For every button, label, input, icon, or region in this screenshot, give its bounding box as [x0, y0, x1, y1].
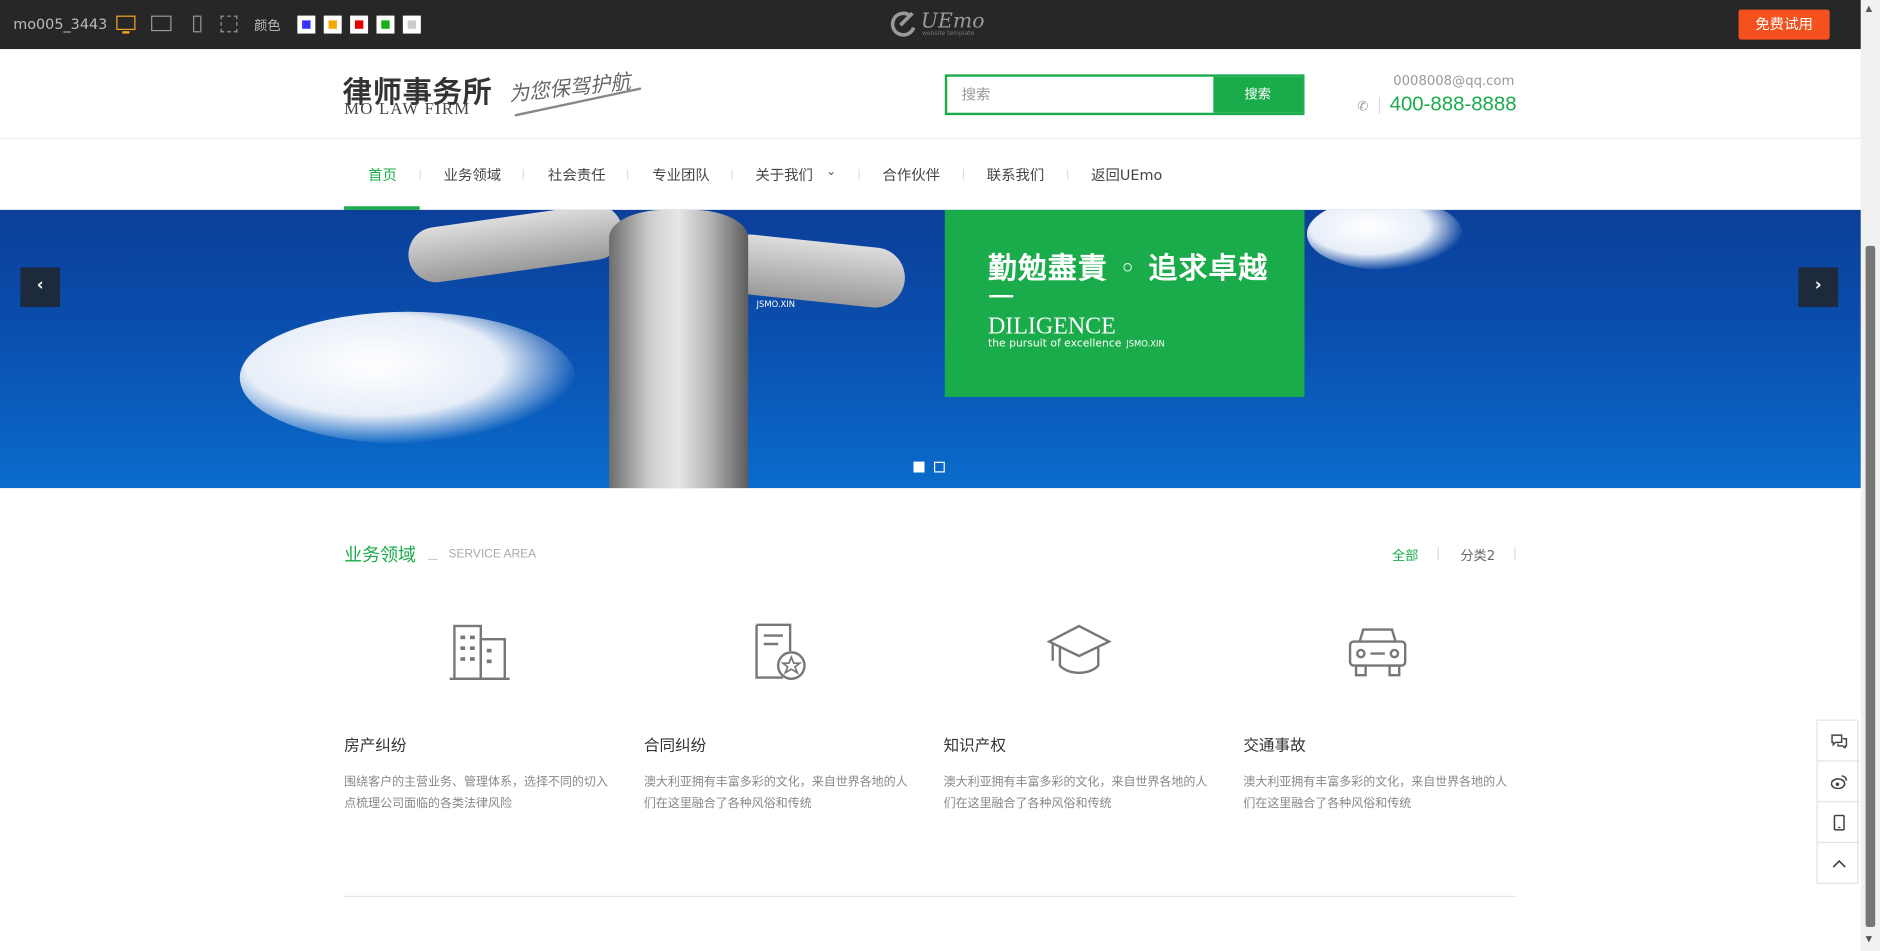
- back-to-top-icon[interactable]: [1818, 843, 1860, 884]
- phone-view-icon[interactable]: [193, 15, 202, 33]
- service-description: 澳大利亚拥有丰富多彩的文化，来自世界各地的人们在这里融合了各种风俗和传统: [643, 775, 908, 811]
- nav-item-contact[interactable]: 联系我们: [987, 164, 1045, 184]
- color-swatch-gray[interactable]: [402, 15, 421, 34]
- search-button[interactable]: 搜索: [1213, 76, 1303, 113]
- service-title[interactable]: 房产纠纷: [344, 733, 406, 756]
- banner-subtitle-text: the pursuit of excellence: [987, 338, 1122, 351]
- banner-watermark: JSMO.XIN: [756, 299, 796, 310]
- carousel-dot-1[interactable]: [913, 461, 925, 473]
- phone-separator: [1378, 97, 1381, 114]
- scrollbar-thumb[interactable]: [1865, 245, 1876, 928]
- qr-code-icon[interactable]: [220, 15, 238, 33]
- tablet-view-icon[interactable]: [151, 15, 172, 32]
- nav-separator: [419, 169, 421, 180]
- filter-separator: [1437, 546, 1439, 561]
- color-swatch-orange[interactable]: [323, 15, 342, 34]
- color-swatch-green[interactable]: [376, 15, 395, 34]
- banner-caption-panel: 勤勉盡責 ◦ 追求卓越 DILIGENCE the pursuit of exc…: [944, 209, 1305, 397]
- nav-separator: [731, 169, 733, 180]
- graduation-cap-icon[interactable]: [1046, 622, 1112, 680]
- filter-separator: [1514, 546, 1516, 561]
- nav-item-about[interactable]: 关于我们: [755, 164, 813, 184]
- search-input[interactable]: [947, 76, 1216, 113]
- color-swatch-blue[interactable]: [297, 15, 316, 34]
- service-description: 澳大利亚拥有丰富多彩的文化，来自世界各地的人们在这里融合了各种风俗和传统: [1243, 775, 1508, 811]
- phone-icon: ✆: [1357, 98, 1369, 114]
- certificate-icon[interactable]: [749, 622, 814, 680]
- nav-item-partners[interactable]: 合作伙伴: [882, 164, 940, 184]
- nav-separator: [858, 169, 860, 180]
- banner-english: DILIGENCE: [987, 313, 1116, 340]
- nav-separator: [1067, 169, 1069, 180]
- nav-item-practice-areas[interactable]: 业务领域: [444, 164, 502, 184]
- cloud-image: [239, 311, 576, 444]
- main-nav: 首页 业务领域 社会责任 专业团队 关于我们 ⌄ 合作伙伴 联系我们 返回UEm…: [0, 139, 1861, 210]
- page-scrollbar[interactable]: ▲ ▼: [1860, 0, 1880, 951]
- nav-separator: [522, 169, 524, 180]
- carousel-prev-button[interactable]: ‹: [20, 267, 60, 308]
- nav-item-back-uemo[interactable]: 返回UEmo: [1091, 164, 1162, 184]
- service-title[interactable]: 知识产权: [944, 733, 1006, 756]
- free-trial-button[interactable]: 免费试用: [1738, 9, 1830, 40]
- template-id: mo005_3443: [13, 15, 108, 33]
- scroll-up-arrow-icon[interactable]: ▲: [1866, 4, 1872, 14]
- cloud-image: [1306, 209, 1463, 270]
- service-title[interactable]: 交通事故: [1243, 733, 1305, 756]
- nav-separator: [962, 169, 964, 180]
- carousel-next-button[interactable]: ›: [1798, 267, 1839, 308]
- banner-heading: 勤勉盡責 ◦ 追求卓越: [987, 250, 1269, 286]
- nav-item-team[interactable]: 专业团队: [652, 164, 710, 184]
- search-box: 搜索: [944, 74, 1305, 116]
- section-title: 业务领域: [344, 544, 417, 567]
- nav-item-home[interactable]: 首页: [368, 164, 397, 184]
- chat-icon[interactable]: [1817, 721, 1860, 762]
- banner-dash: [989, 295, 1014, 298]
- uemo-logo-sub: website template: [922, 29, 975, 38]
- banner-subtitle: the pursuit of excellence JSMO.XIN: [988, 338, 1165, 350]
- template-toolbar: mo005_3443 颜色 UEmo website template 免费试用: [0, 0, 1861, 50]
- contact-phone[interactable]: 400-888-8888: [1390, 92, 1517, 116]
- nav-separator: [627, 169, 629, 180]
- scroll-down-arrow-icon[interactable]: ▼: [1866, 934, 1872, 944]
- weibo-icon[interactable]: [1817, 762, 1860, 803]
- section-subtitle: SERVICE AREA: [448, 548, 537, 562]
- color-swatch-red[interactable]: [350, 15, 369, 34]
- carousel-dot-2[interactable]: [934, 461, 945, 473]
- desktop-view-icon[interactable]: [116, 15, 136, 34]
- hero-banner: JSMO.XIN 勤勉盡責 ◦ 追求卓越 DILIGENCE the pursu…: [0, 209, 1861, 489]
- chevron-down-icon[interactable]: ⌄: [826, 165, 836, 178]
- uemo-logo-icon: [890, 11, 916, 37]
- building-icon[interactable]: [447, 622, 512, 680]
- brand-name-en[interactable]: MO LAW FIRM: [344, 101, 470, 120]
- banner-subtitle-watermark: JSMO.XIN: [1126, 339, 1165, 349]
- service-title[interactable]: 合同纠纷: [644, 733, 706, 756]
- color-label: 颜色: [254, 17, 281, 34]
- filter-all[interactable]: 全部: [1392, 546, 1418, 565]
- car-icon[interactable]: [1345, 622, 1410, 680]
- pillar-wing-left: [404, 209, 627, 286]
- filter-category-2[interactable]: 分类2: [1460, 546, 1495, 565]
- contact-email[interactable]: 0008008@qq.com: [1343, 73, 1514, 89]
- site-header: 律师事务所 MO LAW FIRM 为您保驾护航 搜索 0008008@qq.c…: [0, 49, 1861, 140]
- brand-slogan: 为您保驾护航: [507, 70, 632, 108]
- service-description: 澳大利亚拥有丰富多彩的文化，来自世界各地的人们在这里融合了各种风俗和传统: [943, 775, 1208, 811]
- service-description: 围绕客户的主营业务、管理体系，选择不同的切入点梳理公司面临的各类法律风险: [344, 775, 608, 811]
- nav-item-social-responsibility[interactable]: 社会责任: [548, 164, 606, 184]
- section-divider: [344, 895, 1516, 898]
- floating-sidebar: [1816, 719, 1860, 884]
- mobile-icon[interactable]: [1817, 802, 1860, 844]
- huabiao-pillar-image: [609, 209, 749, 489]
- uemo-logo[interactable]: UEmo website template: [890, 10, 984, 39]
- section-title-mark: [428, 558, 438, 561]
